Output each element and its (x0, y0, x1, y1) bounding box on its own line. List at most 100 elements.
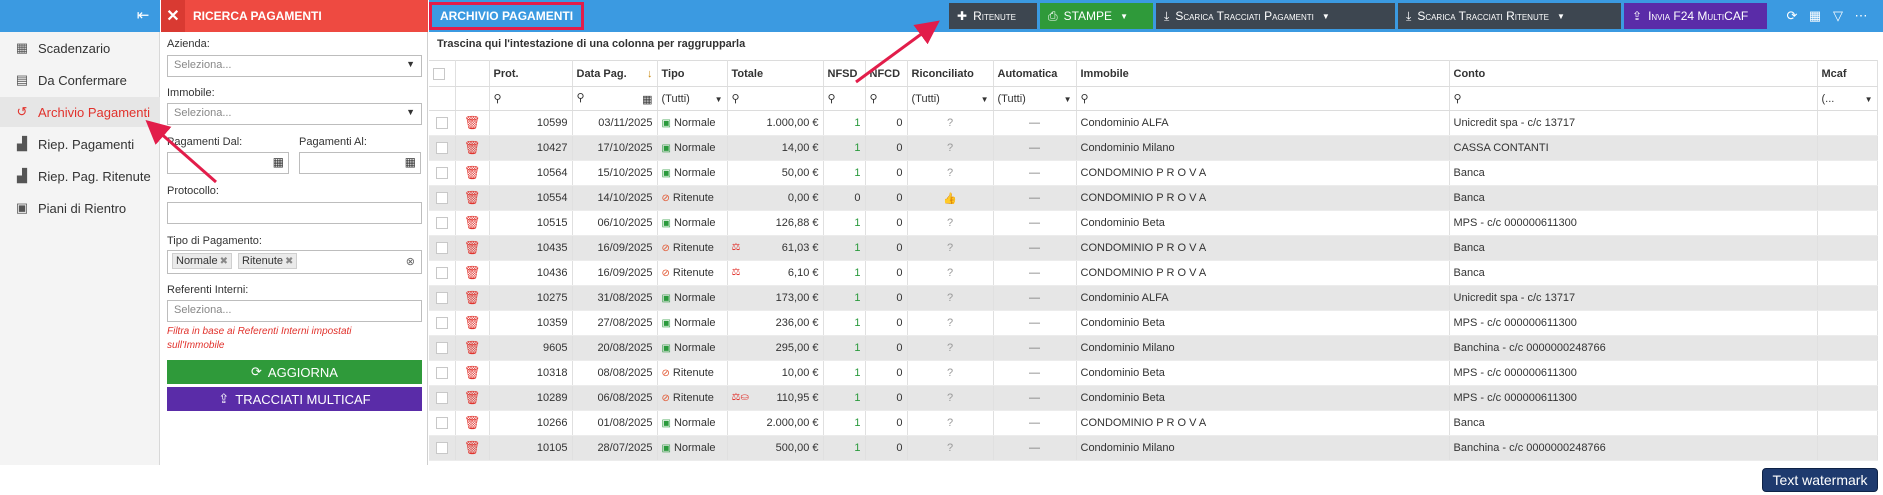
row-checkbox[interactable] (435, 267, 448, 280)
add-ritenute-button[interactable]: ✚ Ritenute (949, 3, 1037, 29)
trash-icon[interactable]: 🗑 (464, 115, 481, 130)
col-riconciliato[interactable]: Riconciliato (907, 60, 994, 87)
trash-icon[interactable]: 🗑 (464, 215, 481, 230)
calendar-icon[interactable]: ▦ (405, 155, 416, 169)
trash-icon[interactable]: 🗑 (464, 415, 481, 430)
filter-prot[interactable]: ⚲ (489, 86, 573, 111)
trash-icon[interactable]: 🗑 (464, 440, 481, 455)
select-all-cell[interactable] (429, 60, 456, 87)
filter-automatica[interactable]: (Tutti) ▼ (993, 86, 1077, 111)
pagamenti-al-input[interactable]: ▦ (299, 152, 421, 174)
table-row[interactable]: 🗑 10515 06/10/2025 ▣ Normale 126,88 € 1 0? — Cond… (429, 210, 1878, 236)
trash-icon[interactable]: 🗑 (464, 390, 481, 405)
sidebar-item-archivio-pagamenti[interactable]: ↺ Archivio Pagamenti (0, 97, 160, 127)
select-all-checkbox[interactable] (433, 67, 445, 80)
row-select-cell[interactable] (429, 185, 456, 211)
row-checkbox[interactable] (435, 417, 448, 430)
table-row[interactable]: 🗑 10554 14/10/2025 ⊘ Ritenute 0,00 € 0 0 👍 — CONDO… (429, 185, 1878, 211)
row-checkbox[interactable] (435, 167, 448, 180)
col-totale[interactable]: Totale (727, 60, 824, 87)
trash-icon[interactable]: 🗑 (464, 140, 481, 155)
table-row[interactable]: 🗑 9605 20/08/2025 ▣ Normale 295,00 € 1 0? — Condo… (429, 335, 1878, 361)
col-nfcd[interactable]: NFCD (865, 60, 908, 87)
filter-mcaf[interactable]: (... ▼ (1817, 86, 1878, 111)
row-actions-cell[interactable]: 🗑 (455, 185, 490, 211)
row-actions-cell[interactable]: 🗑 (455, 310, 490, 336)
col-data-pag[interactable]: Data Pag. ↓ (572, 60, 658, 87)
filter-nfsd[interactable]: ⚲ (823, 86, 866, 111)
row-select-cell[interactable] (429, 360, 456, 386)
row-select-cell[interactable] (429, 210, 456, 236)
col-immobile[interactable]: Immobile (1076, 60, 1450, 87)
sidebar-item-da-confermare[interactable]: ▤ Da Confermare (0, 65, 160, 95)
filter-totale[interactable]: ⚲ (727, 86, 824, 111)
referenti-select[interactable]: Seleziona... (167, 300, 422, 322)
row-select-cell[interactable] (429, 135, 456, 161)
remove-chip-icon[interactable]: ✖ (220, 256, 228, 267)
trash-icon[interactable]: 🗑 (464, 265, 481, 280)
trash-icon[interactable]: 🗑 (464, 315, 481, 330)
filter-nfcd[interactable]: ⚲ (865, 86, 908, 111)
row-actions-cell[interactable]: 🗑 (455, 135, 490, 161)
trash-icon[interactable]: 🗑 (464, 165, 481, 180)
row-checkbox[interactable] (435, 442, 448, 455)
row-actions-cell[interactable]: 🗑 (455, 410, 490, 436)
row-select-cell[interactable] (429, 335, 456, 361)
table-row[interactable]: 🗑 10318 08/08/2025 ⊘ Ritenute 10,00 € 1 0? — Cond… (429, 360, 1878, 386)
col-conto[interactable]: Conto (1449, 60, 1818, 87)
table-row[interactable]: 🗑 10427 17/10/2025 ▣ Normale 14,00 € 1 0? — Condo… (429, 135, 1878, 161)
sidebar-item-scadenzario[interactable]: ▦ Scadenzario (0, 33, 160, 63)
refresh-icon[interactable]: ⟳ (1781, 3, 1803, 29)
filter-tipo[interactable]: (Tutti) ▼ (657, 86, 728, 111)
filter-conto[interactable]: ⚲ (1449, 86, 1818, 111)
sidebar-item-riep-pag-ritenute[interactable]: ▟ Riep. Pag. Ritenute (0, 161, 160, 191)
row-checkbox[interactable] (435, 117, 448, 130)
row-checkbox[interactable] (435, 392, 448, 405)
table-row[interactable]: 🗑 10275 31/08/2025 ▣ Normale 173,00 € 1 0? — Cond… (429, 285, 1878, 311)
sidebar-item-riep-pagamenti[interactable]: ▟ Riep. Pagamenti (0, 129, 160, 159)
row-actions-cell[interactable]: 🗑 (455, 285, 490, 311)
row-select-cell[interactable] (429, 285, 456, 311)
col-mcaf[interactable]: Mcaf (1817, 60, 1878, 87)
tracciati-multicaf-button[interactable]: ⇪ TRACCIATI MULTICAF (167, 387, 422, 411)
table-row[interactable]: 🗑 10105 28/07/2025 ▣ Normale 500,00 € 1 0? — Cond… (429, 435, 1878, 461)
row-checkbox[interactable] (435, 217, 448, 230)
row-actions-cell[interactable]: 🗑 (455, 110, 490, 136)
scarica-tracciati-pagamenti-button[interactable]: ⤓ Scarica Tracciati Pagamenti ▼ (1156, 3, 1395, 29)
row-checkbox[interactable] (435, 192, 448, 205)
filter-immobile[interactable]: ⚲ (1076, 86, 1450, 111)
row-checkbox[interactable] (435, 367, 448, 380)
remove-chip-icon[interactable]: ✖ (285, 256, 293, 267)
col-nfsd[interactable]: NFSD (823, 60, 866, 87)
row-select-cell[interactable] (429, 260, 456, 286)
table-row[interactable]: 🗑 10266 01/08/2025 ▣ Normale 2.000,00 € 1 0? — CO… (429, 410, 1878, 436)
row-select-cell[interactable] (429, 110, 456, 136)
filter-riconciliato[interactable]: (Tutti) ▼ (907, 86, 994, 111)
col-tipo[interactable]: Tipo (657, 60, 728, 87)
row-actions-cell[interactable]: 🗑 (455, 360, 490, 386)
azienda-select[interactable]: Seleziona... ▼ (167, 55, 422, 77)
more-icon[interactable]: ⋯ (1850, 3, 1872, 29)
row-actions-cell[interactable]: 🗑 (455, 210, 490, 236)
col-prot[interactable]: Prot. (489, 60, 573, 87)
row-checkbox[interactable] (435, 242, 448, 255)
row-actions-cell[interactable]: 🗑 (455, 260, 490, 286)
sidebar-item-piani-di-rientro[interactable]: ▣ Piani di Rientro (0, 193, 160, 223)
row-checkbox[interactable] (435, 292, 448, 305)
row-select-cell[interactable] (429, 310, 456, 336)
table-row[interactable]: 🗑 10436 16/09/2025 ⊘ Ritenute ⚖ 6,10 €1 0? — COND… (429, 260, 1878, 286)
table-row[interactable]: 🗑 10564 15/10/2025 ▣ Normale 50,00 € 1 0? — CONDO… (429, 160, 1878, 186)
trash-icon[interactable]: 🗑 (464, 340, 481, 355)
calendar-icon[interactable]: ▦ (642, 93, 652, 106)
row-select-cell[interactable] (429, 435, 456, 461)
col-automatica[interactable]: Automatica (993, 60, 1077, 87)
row-select-cell[interactable] (429, 235, 456, 261)
collapse-sidebar-icon[interactable]: ⇤ (134, 7, 152, 25)
table-row[interactable]: 🗑 10435 16/09/2025 ⊘ Ritenute ⚖ 61,03 €1 0? — CON… (429, 235, 1878, 261)
trash-icon[interactable]: 🗑 (464, 365, 481, 380)
grid-icon[interactable]: ▦ (1804, 3, 1826, 29)
clear-icon[interactable]: ⊗ (406, 255, 415, 268)
table-row[interactable]: 🗑 10289 06/08/2025 ⊘ Ritenute ⚖⛀ 110,95 €1 0? — C… (429, 385, 1878, 411)
row-actions-cell[interactable]: 🗑 (455, 235, 490, 261)
trash-icon[interactable]: 🗑 (464, 190, 481, 205)
